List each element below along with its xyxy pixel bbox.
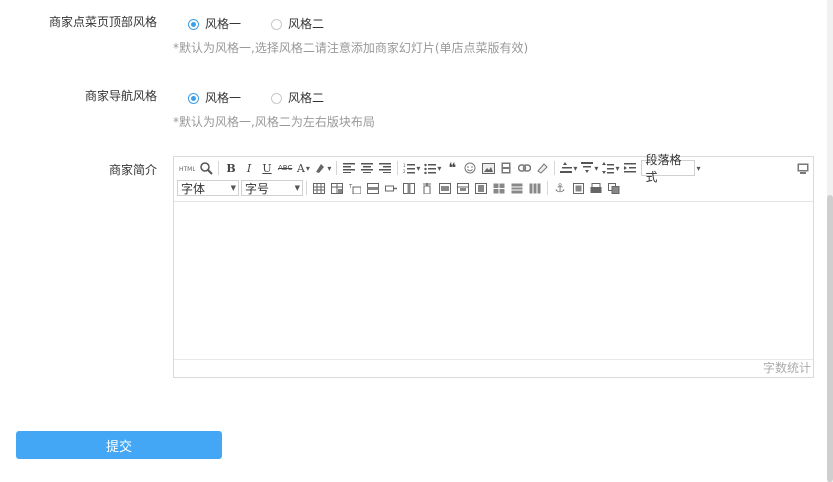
chevron-down-icon: ▼ [294, 184, 300, 192]
top-style-radio-group: 风格一 风格二 [188, 16, 354, 32]
radio-unchecked-icon[interactable] [271, 92, 283, 104]
paragraph-spacing-icon[interactable]: ▾ [581, 160, 598, 176]
toolbar-separator [306, 181, 307, 195]
align-center-icon[interactable] [360, 160, 374, 176]
rich-text-editor: HTML B I U ABC A ▾ ▾ 1 2 ▾ ▾ ❝ ▾ ▾ ▾ 段落格… [173, 153, 814, 378]
toolbar-row-1: HTML B I U ABC A ▾ ▾ 1 2 ▾ ▾ ❝ ▾ ▾ ▾ 段落格… [177, 153, 809, 184]
eraser-icon[interactable] [535, 160, 549, 176]
print-icon[interactable] [589, 180, 603, 196]
top-style-option-1[interactable]: 风格一 [188, 16, 241, 32]
insert-row-icon[interactable] [366, 180, 380, 196]
nav-style-option-1-label: 风格一 [205, 91, 242, 105]
insert-column-icon[interactable] [402, 180, 416, 196]
page-scrollbar-track[interactable] [827, 0, 833, 482]
toolbar-separator [336, 161, 338, 175]
chevron-down-icon: ▼ [230, 184, 236, 192]
toolbar-row-2: 字体 ▼ 字号 ▼ T ⚓ [177, 179, 623, 197]
blockquote-icon[interactable]: ❝ [445, 160, 459, 176]
nav-style-option-2-label: 风格二 [288, 91, 325, 105]
bold-icon[interactable]: B [224, 160, 238, 176]
anchor-icon[interactable]: ⚓ [553, 180, 567, 196]
toolbar-separator [547, 181, 548, 195]
top-style-option-2-label: 风格二 [288, 17, 325, 31]
nav-style-option-1[interactable]: 风格一 [188, 90, 241, 106]
fullscreen-icon[interactable] [796, 160, 810, 176]
delete-column-icon[interactable] [420, 180, 434, 196]
nav-style-label: 商家导航风格 [84, 89, 157, 103]
insert-paragraph-before-table-icon[interactable]: T [348, 180, 362, 196]
toolbar-separator [218, 161, 219, 175]
editor-content-area[interactable] [174, 202, 813, 360]
insert-table-icon[interactable] [312, 180, 326, 196]
template-icon[interactable] [607, 180, 621, 196]
svg-text:1: 1 [403, 163, 406, 168]
align-right-icon[interactable] [378, 160, 392, 176]
split-cells-icon[interactable] [492, 180, 506, 196]
paragraph-format-select[interactable]: 段落格式 [641, 153, 696, 184]
video-icon[interactable] [499, 160, 513, 176]
top-style-option-1-label: 风格一 [205, 17, 242, 31]
line-height-icon[interactable]: ▾ [560, 160, 577, 176]
unordered-list-icon[interactable]: ▾ [424, 160, 441, 176]
top-style-option-2[interactable]: 风格二 [271, 16, 324, 32]
emoticon-icon[interactable] [463, 160, 477, 176]
top-style-label: 商家点菜页顶部风格 [48, 15, 157, 29]
image-icon[interactable] [481, 160, 495, 176]
font-color-icon[interactable]: A ▾ [296, 160, 310, 176]
svg-text:2: 2 [403, 169, 406, 174]
nav-style-radio-group: 风格一 风格二 [188, 90, 354, 106]
split-rows-icon[interactable] [510, 180, 524, 196]
merge-right-icon[interactable] [456, 180, 470, 196]
highlight-color-icon[interactable]: ▾ [314, 160, 331, 176]
nav-style-hint: *默认为风格一,风格二为左右版块布局 [173, 115, 375, 129]
underline-icon[interactable]: U [260, 160, 274, 176]
strikethrough-icon[interactable]: ABC [278, 160, 292, 176]
delete-table-icon[interactable] [330, 180, 344, 196]
svg-text:T: T [349, 184, 353, 190]
font-size-select[interactable]: 字号 ▼ [241, 180, 303, 196]
intro-label: 商家简介 [108, 163, 157, 177]
insert-frame-icon[interactable] [571, 180, 585, 196]
ordered-list-icon[interactable]: 1 2 ▾ [403, 160, 420, 176]
radio-unchecked-icon[interactable] [271, 18, 283, 30]
split-columns-icon[interactable] [528, 180, 542, 196]
italic-icon[interactable]: I [242, 160, 256, 176]
link-icon[interactable] [517, 160, 531, 176]
paragraph-format-dropdown-icon[interactable]: ▾ [696, 164, 700, 173]
toolbar-separator [554, 161, 556, 175]
row-spacing-icon[interactable]: ▾ [602, 160, 619, 176]
svg-text:HTML: HTML [179, 166, 195, 173]
top-style-hint: *默认为风格一,选择风格二请注意添加商家幻灯片(单店点菜版有效) [173, 41, 529, 55]
indent-icon[interactable] [623, 160, 637, 176]
font-family-value: 字体 [181, 181, 206, 196]
font-family-select[interactable]: 字体 ▼ [177, 180, 239, 196]
html-source-icon[interactable]: HTML [179, 160, 195, 176]
paragraph-format-value: 段落格式 [645, 153, 682, 184]
radio-checked-icon[interactable] [188, 18, 199, 30]
editor-toolbar: HTML B I U ABC A ▾ ▾ 1 2 ▾ ▾ ❝ ▾ ▾ ▾ 段落格… [174, 153, 813, 202]
radio-checked-icon[interactable] [188, 92, 199, 104]
page-scrollbar-thumb[interactable] [827, 195, 833, 482]
nav-style-option-2[interactable]: 风格二 [271, 90, 324, 106]
toolbar-separator [397, 161, 399, 175]
word-count: 字数统计 [174, 359, 813, 377]
merge-cells-icon[interactable] [438, 180, 452, 196]
font-size-value: 字号 [245, 181, 270, 196]
merge-down-icon[interactable] [474, 180, 488, 196]
delete-row-icon[interactable] [384, 180, 398, 196]
preview-icon[interactable] [199, 160, 213, 176]
align-left-icon[interactable] [342, 160, 356, 176]
submit-button[interactable]: 提交 [16, 431, 222, 459]
